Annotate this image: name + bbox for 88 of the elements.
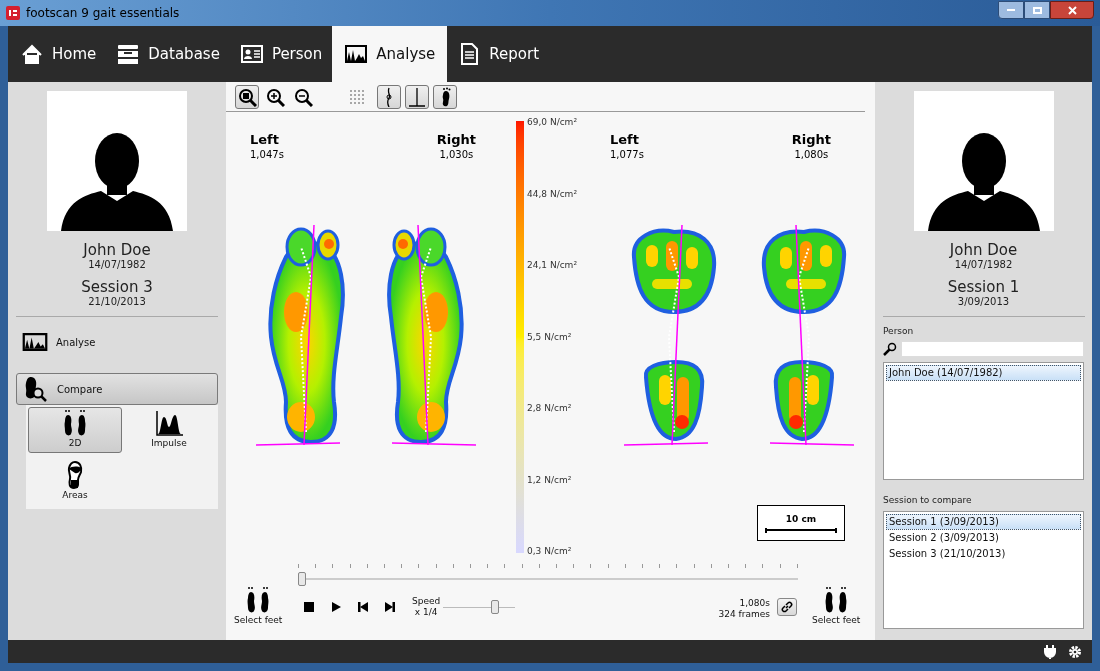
- close-icon: [1067, 5, 1077, 15]
- session-compare-label: Session to compare: [883, 494, 973, 506]
- session-date: 3/09/2013: [957, 296, 1010, 308]
- foot-magnifier-icon: [23, 375, 49, 403]
- nav-tab[interactable]: Home: [10, 26, 107, 82]
- sidebar-item[interactable]: Compare: [16, 373, 218, 405]
- foot-side-label: Right: [436, 132, 476, 148]
- list-item[interactable]: Session 3 (21/10/2013): [886, 546, 1081, 562]
- select-feet-button[interactable]: Select feet: [812, 586, 861, 628]
- scale-label: 44,8 N/cm²: [527, 188, 577, 200]
- scale-legend-label: 10 cm: [785, 513, 817, 525]
- nav-tab[interactable]: Report: [447, 26, 550, 82]
- toolbar-button[interactable]: [377, 84, 401, 109]
- foot-side-label: Left: [250, 132, 279, 148]
- close-button[interactable]: [1050, 1, 1094, 19]
- toolbar-button[interactable]: [235, 84, 259, 109]
- contact-time: 1,080s: [794, 148, 829, 162]
- link-icon: [781, 601, 793, 613]
- stop-button[interactable]: [302, 600, 316, 614]
- birth-date: 14/07/1982: [88, 259, 146, 271]
- speed-label: Speed: [412, 596, 441, 607]
- scale-label: 1,2 N/cm²: [527, 474, 573, 486]
- home-icon: [20, 43, 44, 65]
- speed-slider[interactable]: [443, 600, 515, 614]
- zoom-in-icon: [265, 86, 285, 107]
- minimize-button[interactable]: [998, 1, 1024, 19]
- contact-time: 1,047s: [250, 148, 284, 162]
- session-title: Session 3: [81, 278, 153, 296]
- timeline-thumb[interactable]: [298, 572, 306, 586]
- impulse-chart-icon: [155, 410, 183, 437]
- scale-label: 0,3 N/cm²: [527, 546, 573, 557]
- window-title: footscan 9 gait essentials: [26, 5, 180, 22]
- person-name: John Doe: [949, 241, 1018, 259]
- speed-value: x 1/4: [414, 607, 438, 618]
- chart-icon: [22, 333, 48, 351]
- scale-label: 24,1 N/cm²: [527, 260, 577, 271]
- zoom-icon: [237, 86, 257, 107]
- foot-areas-icon: [66, 460, 84, 489]
- plug-icon[interactable]: [1044, 644, 1056, 659]
- settings-icon[interactable]: [1068, 644, 1082, 659]
- stop-icon: [302, 600, 316, 614]
- select-feet-button[interactable]: Select feet: [234, 586, 283, 628]
- person-label: Person: [883, 325, 915, 337]
- link-button[interactable]: [777, 598, 797, 616]
- id-card-icon: [239, 43, 264, 65]
- foot-side-label: Left: [610, 132, 639, 148]
- duration-text: 1,080s: [739, 598, 770, 609]
- person-name: John Doe: [83, 241, 151, 259]
- feet-icon: [62, 408, 88, 437]
- speed-thumb[interactable]: [491, 600, 499, 614]
- scale-label: 5,5 N/cm²: [527, 331, 573, 343]
- nav-tab[interactable]: Database: [106, 26, 230, 82]
- timeline-slider[interactable]: [298, 564, 798, 586]
- maximize-button[interactable]: [1024, 1, 1050, 19]
- search-field[interactable]: [901, 341, 1084, 357]
- session-date: 21/10/2013: [88, 296, 146, 308]
- view-option[interactable]: Areas: [28, 459, 122, 505]
- nav-tab[interactable]: Person: [229, 26, 333, 82]
- list-item[interactable]: Session 1 (3/09/2013): [886, 514, 1081, 530]
- play-button[interactable]: [329, 600, 343, 614]
- scale-bar-line: [765, 527, 837, 533]
- contact-time: 1,077s: [610, 148, 644, 162]
- zoom-out-icon: [293, 86, 313, 107]
- skip-back-button[interactable]: [356, 600, 370, 614]
- drawer-icon: [116, 43, 141, 65]
- session-title: Session 1: [947, 278, 1020, 296]
- list-item[interactable]: John Doe (14/07/1982): [886, 365, 1081, 381]
- search-icon: [883, 342, 897, 356]
- nav-tab[interactable]: Analyse: [332, 26, 448, 82]
- contact-time: 1,030s: [439, 148, 474, 162]
- app-logo-icon: [6, 6, 20, 20]
- perpendicular-icon: [407, 86, 427, 107]
- view-option[interactable]: 2D: [28, 407, 122, 453]
- toolbar-button[interactable]: [405, 84, 429, 109]
- sidebar-item[interactable]: Analyse: [16, 329, 218, 355]
- birth-date: 14/07/1982: [954, 259, 1013, 271]
- scale-label: 69,0 N/cm²: [527, 117, 577, 128]
- skip-forward-icon: [383, 600, 397, 614]
- foot-side-label: Right: [791, 132, 831, 148]
- skip-back-icon: [356, 600, 370, 614]
- skip-forward-button[interactable]: [383, 600, 397, 614]
- scale-label: 2,8 N/cm²: [527, 403, 573, 414]
- chart-icon: [344, 43, 369, 65]
- frame-count: 324 frames: [718, 609, 770, 620]
- toolbar-button[interactable]: [433, 84, 457, 109]
- play-icon: [329, 600, 343, 614]
- list-item[interactable]: Session 2 (3/09/2013): [886, 530, 1081, 546]
- view-option[interactable]: Impulse: [122, 407, 216, 453]
